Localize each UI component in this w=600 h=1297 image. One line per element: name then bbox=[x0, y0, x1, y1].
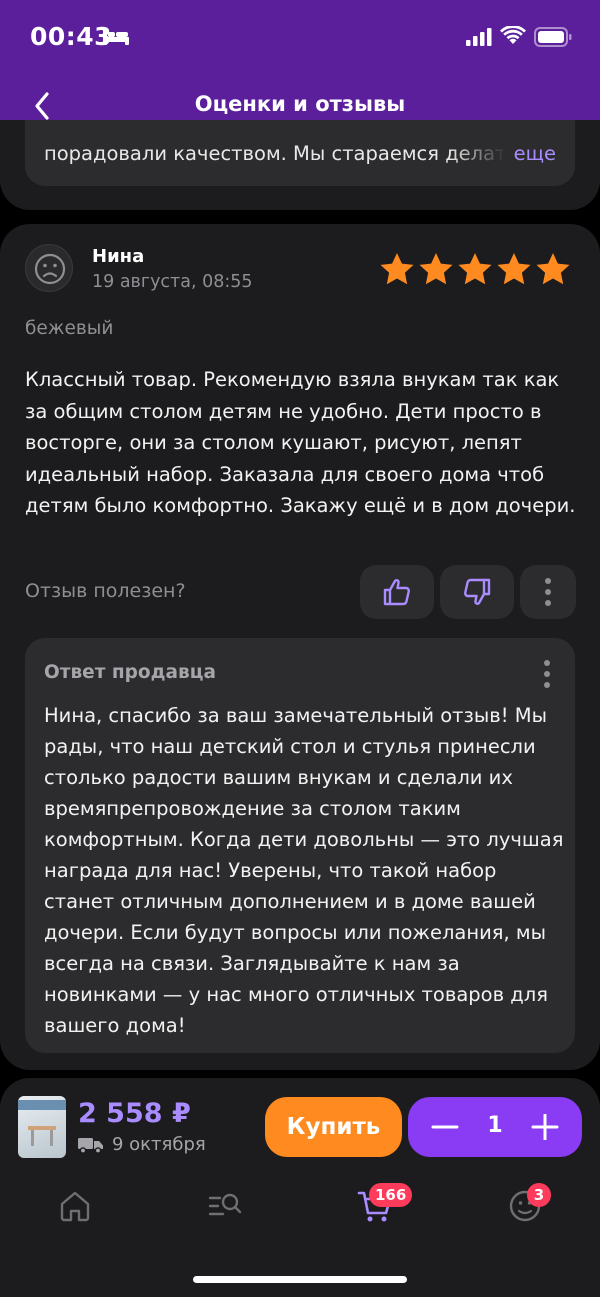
increase-quantity-button[interactable] bbox=[530, 1114, 560, 1140]
seller-reply-title: Ответ продавца bbox=[44, 662, 216, 683]
star-icon bbox=[380, 253, 414, 285]
helpful-question: Отзыв полезен? bbox=[25, 580, 186, 602]
helpful-yes-button[interactable] bbox=[360, 565, 434, 619]
review-menu-button[interactable] bbox=[520, 565, 576, 619]
cart-count-badge: 166 bbox=[369, 1183, 413, 1207]
wifi-icon bbox=[500, 26, 526, 44]
tab-home[interactable] bbox=[57, 1188, 93, 1224]
avatar bbox=[25, 244, 73, 292]
thumbs-up-icon bbox=[383, 579, 411, 606]
product-price: 2 558 ₽ bbox=[78, 1098, 191, 1129]
star-icon bbox=[419, 253, 453, 285]
app-header: 00:43 Оценки и отзывы bbox=[0, 0, 600, 140]
review-author: Нина bbox=[92, 246, 145, 267]
delivery-date: 9 октября bbox=[112, 1134, 206, 1155]
thumbs-down-icon bbox=[463, 578, 491, 605]
review-date: 19 августа, 08:55 bbox=[92, 272, 253, 292]
delivery-info: 9 октября bbox=[78, 1134, 206, 1155]
more-vertical-icon bbox=[545, 578, 551, 606]
review-card: Нина 19 августа, 08:55 бежевый Классный … bbox=[0, 224, 600, 1070]
battery-icon bbox=[534, 27, 572, 47]
star-icon bbox=[458, 253, 492, 285]
status-time: 00:43 bbox=[30, 22, 113, 51]
expand-reply-link[interactable]: еще bbox=[514, 142, 556, 165]
home-indicator bbox=[193, 1276, 407, 1283]
seller-reply-menu-button[interactable] bbox=[537, 656, 557, 692]
profile-notification-badge: 3 bbox=[527, 1183, 551, 1207]
sleep-mode-icon bbox=[103, 29, 129, 45]
more-vertical-icon bbox=[544, 660, 550, 688]
page-title: Оценки и отзывы bbox=[194, 92, 406, 116]
product-variant: бежевый bbox=[25, 318, 114, 339]
star-icon bbox=[497, 253, 531, 285]
seller-reply-text: Нина, спасибо за ваш замечательный отзыв… bbox=[44, 704, 564, 1037]
tab-catalog-search[interactable] bbox=[207, 1188, 243, 1224]
helpful-no-button[interactable] bbox=[440, 565, 514, 619]
status-bar: 00:43 bbox=[0, 0, 600, 76]
previous-review-card: порадовали качеством. Мы стараемся делат… bbox=[0, 120, 600, 210]
previous-reply-text: порадовали качеством. Мы стараемся делат… bbox=[44, 142, 506, 165]
rating-stars bbox=[378, 251, 572, 287]
star-icon bbox=[536, 253, 570, 285]
review-text: Классный товар. Рекомендую взяла внукам … bbox=[25, 368, 576, 517]
seller-reply: Ответ продавца Нина, спасибо за ваш заме… bbox=[25, 638, 575, 1053]
user-avatar-icon bbox=[34, 253, 66, 285]
quantity-stepper: 1 bbox=[408, 1097, 582, 1157]
previous-seller-reply: порадовали качеством. Мы стараемся делат… bbox=[25, 120, 575, 186]
buy-button[interactable]: Купить bbox=[265, 1097, 402, 1157]
delivery-truck-icon bbox=[78, 1137, 103, 1154]
product-thumbnail[interactable] bbox=[18, 1096, 66, 1158]
cellular-signal-icon bbox=[466, 28, 492, 46]
bottom-bar: 2 558 ₽ 9 октября Купить 1 bbox=[0, 1078, 600, 1297]
